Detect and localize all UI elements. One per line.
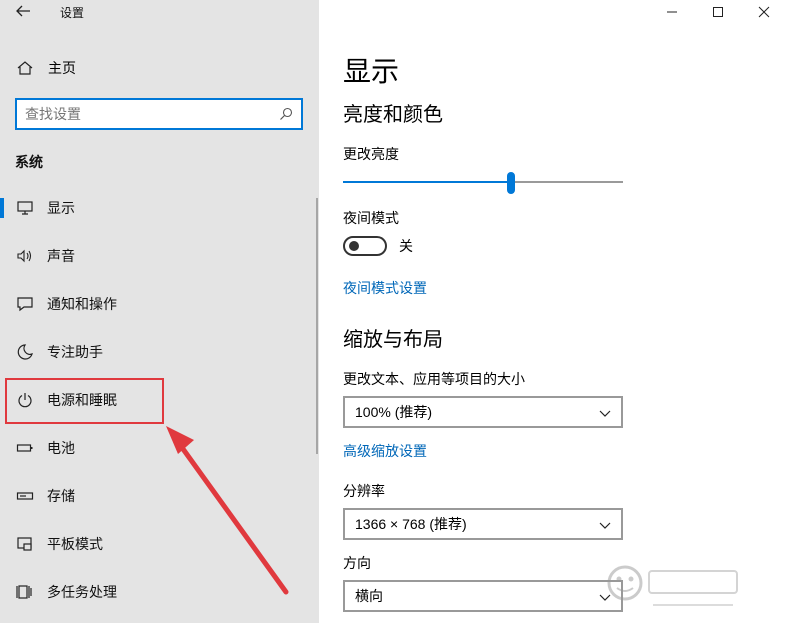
sidebar-item-storage[interactable]: 存储 (0, 472, 316, 520)
night-mode-label: 夜间模式 (343, 210, 399, 226)
sidebar-item-power-sleep[interactable]: 电源和睡眠 (0, 376, 316, 424)
close-icon (758, 6, 770, 18)
resolution-label: 分辨率 (343, 483, 385, 499)
sidebar-item-label: 显示 (47, 200, 75, 216)
speaker-icon (16, 247, 34, 265)
home-icon (17, 61, 33, 75)
sidebar-scrollbar[interactable] (316, 198, 318, 454)
brightness-slider[interactable] (343, 172, 623, 194)
night-mode-state: 关 (399, 238, 413, 254)
home-link[interactable]: 主页 (16, 56, 296, 80)
page-title: 显示 (343, 56, 400, 87)
scale-section-heading: 缩放与布局 (343, 329, 443, 351)
tablet-mode-icon (16, 535, 34, 553)
sidebar-item-battery[interactable]: 电池 (0, 424, 316, 472)
maximize-button[interactable] (695, 0, 741, 24)
sidebar-item-notifications[interactable]: 通知和操作 (0, 280, 316, 328)
size-label: 更改文本、应用等项目的大小 (343, 371, 525, 387)
sidebar-item-label: 电源和睡眠 (47, 392, 117, 408)
app-title: 设置 (60, 6, 85, 20)
brightness-label: 更改亮度 (343, 146, 399, 162)
orientation-label: 方向 (343, 555, 371, 571)
sidebar-item-label: 平板模式 (47, 536, 103, 552)
minimize-button[interactable] (649, 0, 695, 24)
search-box[interactable] (15, 98, 303, 130)
sidebar-item-focus-assist[interactable]: 专注助手 (0, 328, 316, 376)
minimize-icon (667, 11, 677, 13)
night-mode-settings-link[interactable]: 夜间模式设置 (343, 278, 427, 298)
resolution-select-value: 1366 × 768 (推荐) (355, 516, 467, 532)
moon-icon (16, 343, 34, 361)
slider-fill (343, 181, 511, 183)
nav-list: 显示 声音 通知和操作 专注助手 电源和睡眠 电池 存储 平板模式 多任务处理 (0, 184, 316, 616)
search-input[interactable] (25, 105, 265, 123)
sidebar-item-label: 专注助手 (47, 344, 103, 360)
notification-icon (16, 295, 34, 313)
slider-thumb[interactable] (507, 172, 515, 194)
watermark-logo (607, 565, 738, 606)
section-label: 系统 (15, 154, 43, 170)
night-mode-toggle[interactable] (343, 236, 387, 256)
size-select-value: 100% (推荐) (355, 404, 433, 420)
storage-icon (16, 487, 34, 505)
sidebar-item-label: 存储 (47, 488, 75, 504)
sidebar-item-tablet-mode[interactable]: 平板模式 (0, 520, 316, 568)
sidebar-item-label: 声音 (47, 248, 75, 264)
size-select[interactable]: 100% (推荐) (343, 396, 623, 428)
title-bar: 设置 (0, 0, 319, 24)
sidebar-item-sound[interactable]: 声音 (0, 232, 316, 280)
power-icon (16, 391, 34, 409)
sidebar-item-label: 电池 (47, 440, 75, 456)
advanced-scaling-link[interactable]: 高级缩放设置 (343, 441, 427, 461)
brightness-section-heading: 亮度和颜色 (343, 104, 443, 126)
toggle-knob (349, 241, 359, 251)
chevron-down-icon (599, 594, 611, 601)
chevron-down-icon (599, 410, 611, 417)
close-button[interactable] (741, 0, 787, 24)
window-controls (649, 0, 787, 24)
sidebar: 设置 主页 系统 显示 声音 (0, 0, 319, 623)
sidebar-item-label: 通知和操作 (47, 296, 117, 312)
chevron-down-icon (599, 522, 611, 529)
battery-icon (16, 439, 34, 457)
maximize-icon (713, 7, 723, 17)
night-mode-toggle-row: 关 (343, 236, 413, 256)
sidebar-item-display[interactable]: 显示 (0, 184, 316, 232)
sidebar-item-label: 多任务处理 (47, 584, 117, 600)
sidebar-item-multitasking[interactable]: 多任务处理 (0, 568, 316, 616)
main-content: 显示 亮度和颜色 更改亮度 夜间模式 关 夜间模式设置 缩放与布局 更改文本、应… (319, 0, 787, 623)
multitask-icon (16, 583, 34, 601)
orientation-select[interactable]: 横向 (343, 580, 623, 612)
search-icon[interactable] (279, 107, 293, 121)
back-arrow-icon[interactable] (14, 2, 32, 20)
monitor-icon (16, 199, 34, 217)
orientation-select-value: 横向 (355, 588, 383, 604)
resolution-select[interactable]: 1366 × 768 (推荐) (343, 508, 623, 540)
home-label: 主页 (48, 60, 76, 76)
